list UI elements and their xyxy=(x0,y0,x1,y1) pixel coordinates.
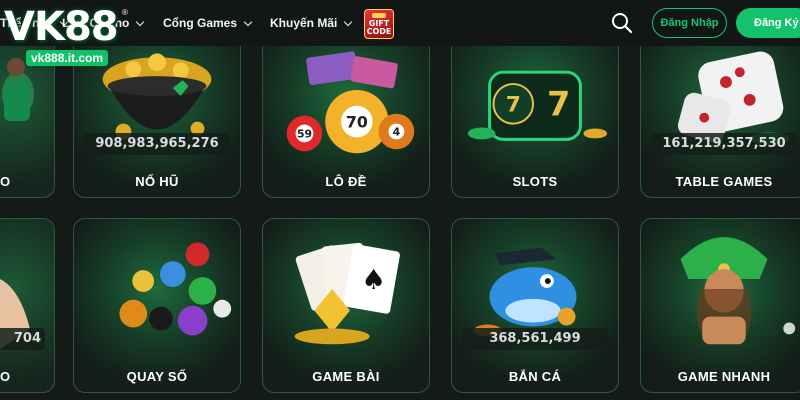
game-card-slots[interactable]: 7 7 SLOTS xyxy=(451,23,619,198)
svg-text:59: 59 xyxy=(297,127,312,140)
logo-mark: VK88 xyxy=(4,4,119,50)
game-card-label: GAME BÀI xyxy=(312,369,380,384)
brand-logo[interactable]: VK88 ® vk888.it.com xyxy=(0,0,135,68)
game-card-partial[interactable]: 704 O xyxy=(0,218,55,393)
search-icon[interactable] xyxy=(611,12,633,34)
game-card-label: LÔ ĐỀ xyxy=(325,174,367,189)
jackpot-counter: 704 xyxy=(0,328,45,350)
page: Thể Thao Live Casino Cổng Games Khuyến M… xyxy=(0,0,800,400)
svg-text:70: 70 xyxy=(346,113,368,132)
gift-ribbon-icon xyxy=(372,12,386,18)
nav-game-portal-label: Cổng Games xyxy=(163,16,238,30)
logo-domain: vk888.it.com xyxy=(26,50,109,66)
game-card-label: GAME NHANH xyxy=(677,369,771,384)
svg-text:4: 4 xyxy=(393,125,401,138)
game-card-quay-so[interactable]: QUAY SỐ xyxy=(73,218,241,393)
game-card-label: SLOTS xyxy=(512,174,558,189)
chevron-down-icon xyxy=(136,17,145,26)
playing-cards-icon: ♠ xyxy=(294,242,400,345)
game-card-lo-de[interactable]: 59 70 4 LÔ ĐỀ xyxy=(262,23,430,198)
game-card-label: BẮN CÁ xyxy=(508,369,562,384)
register-button[interactable]: Đăng Ký xyxy=(736,8,800,38)
lottery-balls-icon xyxy=(119,242,232,336)
logo-registered-mark: ® xyxy=(122,8,128,17)
aztec-girl-icon xyxy=(680,237,796,345)
nav-promotions-label: Khuyến Mãi xyxy=(270,16,338,30)
nav-promotions[interactable]: Khuyến Mãi xyxy=(270,0,353,46)
gift-label-line2: CODE xyxy=(366,26,392,36)
game-card-label: O xyxy=(0,369,11,384)
chevron-down-icon xyxy=(243,17,253,26)
game-card-label: QUAY SỐ xyxy=(126,369,188,384)
game-card-ban-ca[interactable]: 368,561,499 BẮN CÁ xyxy=(451,218,619,393)
game-card-label: TABLE GAMES xyxy=(675,174,773,189)
game-card-label: O xyxy=(0,174,11,189)
login-button[interactable]: Đăng Nhập xyxy=(652,8,727,38)
game-card-label: NỔ HŨ xyxy=(135,174,179,189)
gift-code-button[interactable]: GIFT CODE xyxy=(364,9,394,39)
game-card-game-bai[interactable]: ♠ GAME BÀI xyxy=(262,218,430,393)
game-card-game-nhanh[interactable]: GAME NHANH xyxy=(640,218,800,393)
game-card-table-games[interactable]: 161,219,357,530 TABLE GAMES xyxy=(640,23,800,198)
svg-text:♠: ♠ xyxy=(361,263,386,296)
nav-game-portal[interactable]: Cổng Games xyxy=(163,0,253,46)
chevron-down-icon xyxy=(344,17,353,26)
svg-text:7: 7 xyxy=(506,93,521,118)
jackpot-counter: 908,983,965,276 xyxy=(84,133,230,155)
jackpot-counter: 161,219,357,530 xyxy=(651,133,797,155)
svg-text:7: 7 xyxy=(547,85,570,124)
jackpot-counter: 368,561,499 xyxy=(462,328,608,350)
